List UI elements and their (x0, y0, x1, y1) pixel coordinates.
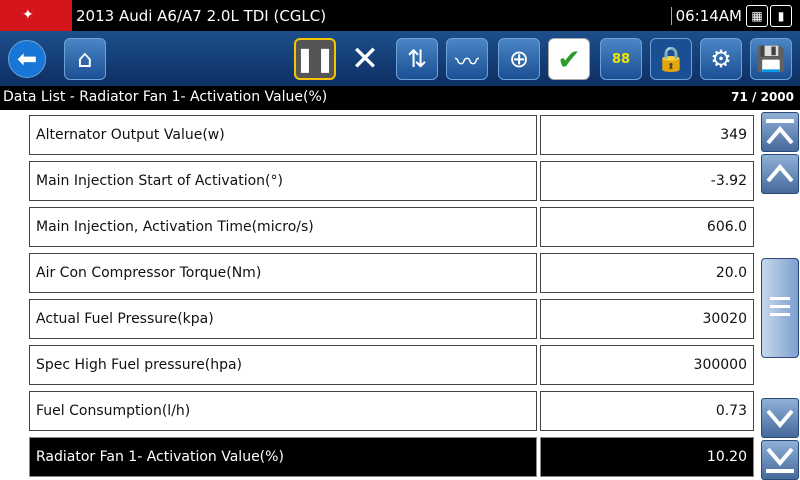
table-row-selected[interactable]: Radiator Fan 1- Activation Value(%) 10.2… (29, 437, 754, 477)
double-chevron-down-icon (766, 447, 794, 473)
breadcrumb-text: Data List - Radiator Fan 1- Activation V… (3, 89, 328, 105)
pid-value: 0.73 (540, 391, 754, 431)
toolbar: ⬅ ⌂ ❚❚ ✕ ⇅ 〰 ⊕ ✔ 88 🔒 ⚙ 💾 (0, 31, 800, 86)
table-row[interactable]: Actual Fuel Pressure(kpa) 30020 (29, 299, 754, 339)
settings-button[interactable]: ⚙ (700, 38, 742, 80)
pid-value: 20.0 (540, 253, 754, 293)
close-button[interactable]: ✕ (344, 38, 386, 80)
connection-icon: ▦ (746, 5, 768, 27)
zoom-button[interactable]: ⊕ (498, 38, 540, 80)
scroll-top-button[interactable] (761, 112, 799, 152)
pause-button[interactable]: ❚❚ (294, 38, 336, 80)
speed-label: 88 (611, 51, 631, 67)
graph-icon: 〰 (455, 47, 479, 76)
table-row[interactable]: Main Injection Start of Activation(°) -3… (29, 161, 754, 201)
grip-line (770, 297, 790, 300)
double-chevron-up-icon (766, 119, 794, 145)
pid-name: Main Injection Start of Activation(°) (29, 161, 537, 201)
pid-name: Actual Fuel Pressure(kpa) (29, 299, 537, 339)
breadcrumb: Data List - Radiator Fan 1- Activation V… (0, 86, 800, 110)
title-bar: ✦ 2013 Audi A6/A7 2.0L TDI (CGLC) 06:14A… (0, 0, 800, 31)
table-row[interactable]: Air Con Compressor Torque(Nm) 20.0 (29, 253, 754, 293)
scroll-thumb[interactable] (761, 258, 799, 358)
scroll-up-button[interactable] (761, 154, 799, 194)
table-row[interactable]: Alternator Output Value(w) 349 (29, 115, 754, 155)
zoom-icon: ⊕ (508, 45, 530, 73)
pid-value: 300000 (540, 345, 754, 385)
pid-name: Fuel Consumption(l/h) (29, 391, 537, 431)
pid-name: Air Con Compressor Torque(Nm) (29, 253, 537, 293)
select-button[interactable]: ✔ (548, 38, 590, 80)
check-icon: ✔ (557, 42, 581, 76)
table-row[interactable]: Main Injection, Activation Time(micro/s)… (29, 207, 754, 247)
lock-icon: 🔒 (656, 45, 686, 73)
sort-icon: ⇅ (406, 45, 428, 73)
pid-name: Spec High Fuel pressure(hpa) (29, 345, 537, 385)
pid-name: Alternator Output Value(w) (29, 115, 537, 155)
scrollbar[interactable] (760, 110, 800, 480)
table-row[interactable]: Spec High Fuel pressure(hpa) 300000 (29, 345, 754, 385)
clock: 06:14AM (670, 7, 742, 25)
lock-button[interactable]: 🔒 (650, 38, 692, 80)
wrench-icon: ✦ (22, 7, 34, 23)
pid-value: 10.20 (540, 437, 754, 477)
speed-button[interactable]: 88 (600, 38, 642, 80)
pid-name: Main Injection, Activation Time(micro/s) (29, 207, 537, 247)
close-icon: ✕ (350, 39, 380, 79)
chevron-up-icon (766, 163, 794, 183)
vehicle-title: 2013 Audi A6/A7 2.0L TDI (CGLC) (76, 7, 327, 25)
pid-value: 606.0 (540, 207, 754, 247)
pause-icon: ❚❚ (294, 45, 336, 73)
pid-value: 349 (540, 115, 754, 155)
pid-value: 30020 (540, 299, 754, 339)
save-button[interactable]: 💾 (750, 38, 792, 80)
pid-name: Radiator Fan 1- Activation Value(%) (29, 437, 537, 477)
pid-value: -3.92 (540, 161, 754, 201)
table-row[interactable]: Fuel Consumption(l/h) 0.73 (29, 391, 754, 431)
item-counter: 71 / 2000 (731, 90, 794, 104)
graph-button[interactable]: 〰 (446, 38, 488, 80)
chevron-down-icon (766, 409, 794, 429)
scroll-bottom-button[interactable] (761, 440, 799, 480)
home-icon: ⌂ (77, 45, 93, 73)
grip-line (770, 313, 790, 316)
brand-logo: ✦ (0, 0, 72, 31)
sort-button[interactable]: ⇅ (396, 38, 438, 80)
grip-line (770, 305, 790, 308)
scroll-down-button[interactable] (761, 398, 799, 438)
back-arrow-icon: ⬅ (16, 45, 38, 73)
data-list: Alternator Output Value(w) 349 Main Inje… (0, 110, 760, 480)
save-icon: 💾 (756, 45, 786, 73)
home-button[interactable]: ⌂ (64, 38, 106, 80)
back-button[interactable]: ⬅ (8, 40, 46, 78)
battery-icon: ▮ (770, 5, 792, 27)
gear-icon: ⚙ (710, 45, 732, 73)
